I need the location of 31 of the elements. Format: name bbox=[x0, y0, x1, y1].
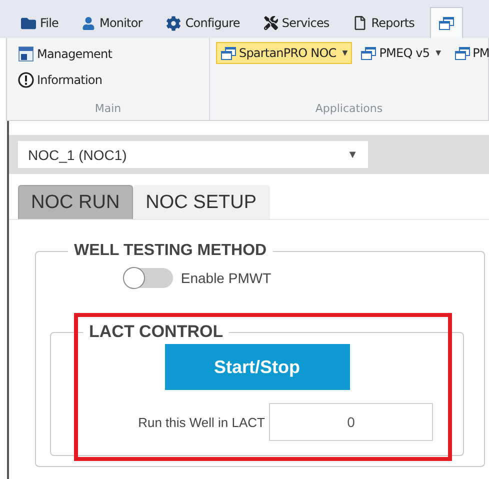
group-title: WELL TESTING METHOD bbox=[73, 242, 268, 260]
group-label: Applications bbox=[315, 102, 383, 117]
menu-tab[interactable]: Services bbox=[254, 7, 338, 38]
field-label: Run this Well in LACT bbox=[138, 414, 265, 430]
menu-tab[interactable]: Configure bbox=[157, 7, 249, 38]
group-label: Main bbox=[94, 102, 122, 117]
ribbon-button[interactable]: PM bbox=[450, 42, 489, 64]
menu-tab[interactable] bbox=[430, 7, 463, 38]
ribbon-button[interactable]: Management bbox=[13, 42, 118, 66]
windows-icon bbox=[454, 46, 470, 60]
device-dropdown[interactable]: NOC_1 (NOC1) ▼ bbox=[18, 141, 368, 168]
tools-icon bbox=[264, 16, 278, 30]
input-field[interactable]: 0 bbox=[269, 403, 433, 441]
window-d-icon bbox=[18, 46, 34, 62]
folder-icon bbox=[21, 16, 36, 30]
toggle-label: Enable PMWT bbox=[180, 270, 272, 286]
menu-tab[interactable]: File bbox=[12, 7, 68, 38]
tab[interactable]: NOC RUN bbox=[18, 185, 133, 219]
document-icon bbox=[353, 16, 368, 30]
menu-tab[interactable]: Monitor bbox=[73, 7, 152, 38]
windows-icon bbox=[221, 46, 236, 60]
gear-icon bbox=[166, 16, 182, 30]
group-title: LACT CONTROL bbox=[88, 322, 224, 342]
tab[interactable]: NOC SETUP bbox=[132, 185, 270, 219]
toggle-switch[interactable] bbox=[122, 268, 173, 288]
menu-tab[interactable]: Reports bbox=[344, 7, 424, 38]
info-icon bbox=[18, 72, 34, 88]
windows-icon bbox=[361, 46, 376, 60]
user-icon bbox=[82, 16, 96, 30]
windows-icon bbox=[438, 16, 454, 30]
ribbon-button[interactable]: Information bbox=[13, 68, 108, 92]
